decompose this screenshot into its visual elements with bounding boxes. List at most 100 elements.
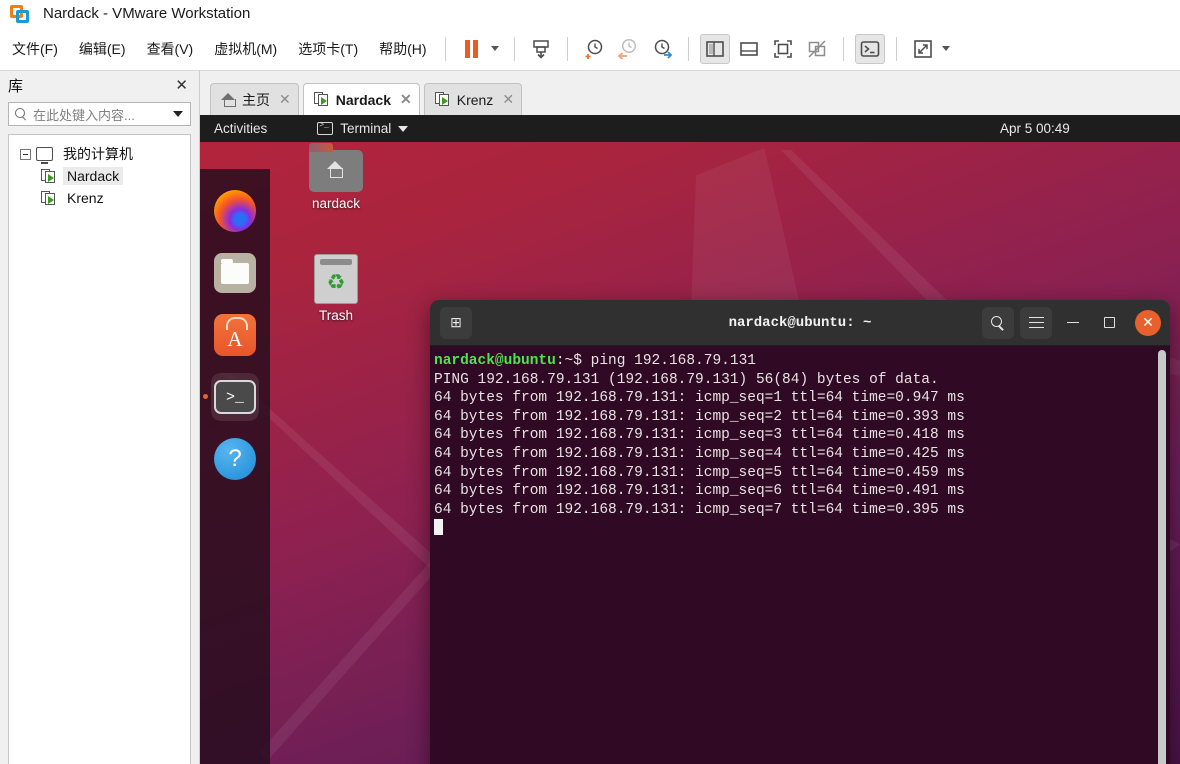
take-snapshot-button[interactable] [579,34,609,64]
terminal-close-button[interactable]: ✕ [1135,309,1161,336]
menu-vm[interactable]: 虚拟机(M) [205,35,286,63]
terminal-prompt-line: nardack@ubuntu:~$ ping 192.168.79.131 [434,352,1170,371]
activities-button[interactable]: Activities [214,121,267,136]
window-titlebar: Nardack - VMware Workstation [0,0,1180,27]
terminal-window: ⊞ nardack@ubuntu: ~ ✕ nardack@ubuntu:~$ … [430,300,1170,764]
tab-close-icon[interactable]: ✕ [400,91,412,108]
terminal-output-line: PING 192.168.79.131 (192.168.79.131) 56(… [434,371,939,388]
terminal-body[interactable]: nardack@ubuntu:~$ ping 192.168.79.131 PI… [430,346,1170,764]
files-icon [214,253,256,293]
stretch-button[interactable] [908,34,938,64]
library-search-input[interactable]: 在此处键入内容... [8,102,191,126]
snapshot-manager-button[interactable] [647,34,677,64]
pause-icon [465,39,479,58]
menu-toolbar: 文件(F) 编辑(E) 查看(V) 虚拟机(M) 选项卡(T) 帮助(H) [0,27,1180,71]
vm-tab-strip: 主页 ✕ Nardack ✕ Krenz ✕ [200,71,1180,115]
tab-label: Krenz [456,91,494,108]
toolbar-separator [842,36,844,61]
library-close-button[interactable]: ✕ [172,76,191,94]
home-folder-icon [309,143,363,192]
show-thumbnails-button[interactable] [734,34,764,64]
menu-help[interactable]: 帮助(H) [370,35,435,63]
dock-item-firefox[interactable] [211,187,259,235]
terminal-titlebar[interactable]: ⊞ nardack@ubuntu: ~ ✕ [430,300,1170,346]
tree-item-label: Krenz [67,190,104,206]
collapse-icon[interactable] [20,148,31,160]
terminal-output-line: 64 bytes from 192.168.79.131: icmp_seq=4… [434,445,965,462]
toolbar-separator [566,36,568,61]
desktop-icon-home[interactable]: nardack [292,143,380,211]
home-icon [221,92,236,107]
terminal-cursor [434,519,443,536]
tree-root-my-computer[interactable]: 我的计算机 [13,143,186,165]
close-icon: ✕ [1142,314,1154,330]
terminal-menu-button[interactable] [1020,306,1052,339]
dock-item-terminal[interactable]: >_ [203,373,259,421]
vm-icon [41,190,57,206]
menu-tabs[interactable]: 选项卡(T) [289,35,367,63]
suspend-button[interactable] [457,34,487,64]
help-icon: ? [214,438,256,480]
terminal-output-line: 64 bytes from 192.168.79.131: icmp_seq=5… [434,464,965,481]
terminal-window-controls: ✕ [982,306,1170,339]
terminal-icon: >_ [214,380,256,414]
vmware-logo-icon [9,3,31,25]
chevron-down-icon[interactable] [941,46,950,51]
gnome-top-bar: Activities Terminal Apr 5 00:49 [200,115,1180,142]
chevron-down-icon[interactable] [490,46,499,51]
terminal-prompt-user: nardack@ubuntu [434,353,556,369]
hamburger-menu-icon [1028,316,1044,329]
vmware-workstation-window: Nardack - VMware Workstation 文件(F) 编辑(E)… [0,0,1180,764]
search-icon [15,107,28,121]
tab-krenz[interactable]: Krenz ✕ [423,83,523,115]
terminal-output-line: 64 bytes from 192.168.79.131: icmp_seq=2… [434,408,965,425]
chevron-down-icon[interactable] [173,111,183,117]
terminal-output-line: 64 bytes from 192.168.79.131: icmp_seq=7… [434,501,965,518]
app-menu-label: Terminal [340,121,392,136]
tab-close-icon[interactable]: ✕ [279,91,291,108]
maximize-icon [1103,317,1115,328]
vm-icon [313,92,330,107]
terminal-scrollbar[interactable] [1158,350,1166,764]
trash-icon: ♻ [314,254,358,304]
menu-view[interactable]: 查看(V) [138,35,203,63]
app-menu-button[interactable]: Terminal [317,121,409,136]
menu-file[interactable]: 文件(F) [3,35,67,63]
tree-item-nardack[interactable]: Nardack [13,165,186,187]
library-title: 库 [8,77,24,95]
unity-off-icon [808,39,826,58]
guest-screen: Activities Terminal Apr 5 00:49 [200,115,1180,764]
unity-mode-button[interactable] [802,34,832,64]
tab-close-icon[interactable]: ✕ [502,91,514,108]
terminal-output-line: 64 bytes from 192.168.79.131: icmp_seq=1… [434,390,965,407]
console-view-button[interactable] [854,33,885,64]
terminal-maximize-button[interactable] [1094,308,1124,338]
terminal-cursor-line [434,519,1170,539]
new-tab-icon[interactable]: ⊞ [440,306,472,339]
desktop-wallpaper: >_ ? nardack ♻ Trash ⊞ nardack@ubuntu: ~ [200,142,1180,764]
tab-nardack[interactable]: Nardack ✕ [302,83,420,115]
terminal-search-button[interactable] [982,306,1014,339]
library-header: 库 ✕ [0,71,199,99]
desktop-icon-trash[interactable]: ♻ Trash [292,254,380,323]
dock-item-software[interactable] [211,311,259,359]
computer-icon [36,147,53,164]
revert-snapshot-button[interactable] [613,34,643,64]
terminal-output-line: 64 bytes from 192.168.79.131: icmp_seq=3… [434,427,965,444]
gnome-clock[interactable]: Apr 5 00:49 [1000,121,1160,136]
tree-item-label: Nardack [63,167,124,185]
desktop-icon-label: nardack [311,196,361,211]
send-ctrl-alt-del-button[interactable] [526,34,556,64]
firefox-icon [214,190,256,232]
terminal-minimize-button[interactable] [1058,308,1088,338]
snapshot-manage-icon [654,39,672,59]
show-library-button[interactable] [699,33,730,64]
terminal-icon [317,121,334,135]
fullscreen-button[interactable] [768,34,798,64]
menu-edit[interactable]: 编辑(E) [70,35,135,63]
tab-home[interactable]: 主页 ✕ [210,83,299,115]
dock-item-help[interactable]: ? [211,435,259,483]
tree-item-krenz[interactable]: Krenz [13,187,186,209]
dock-item-files[interactable] [211,249,259,297]
desktop-icon-label: Trash [318,308,353,323]
